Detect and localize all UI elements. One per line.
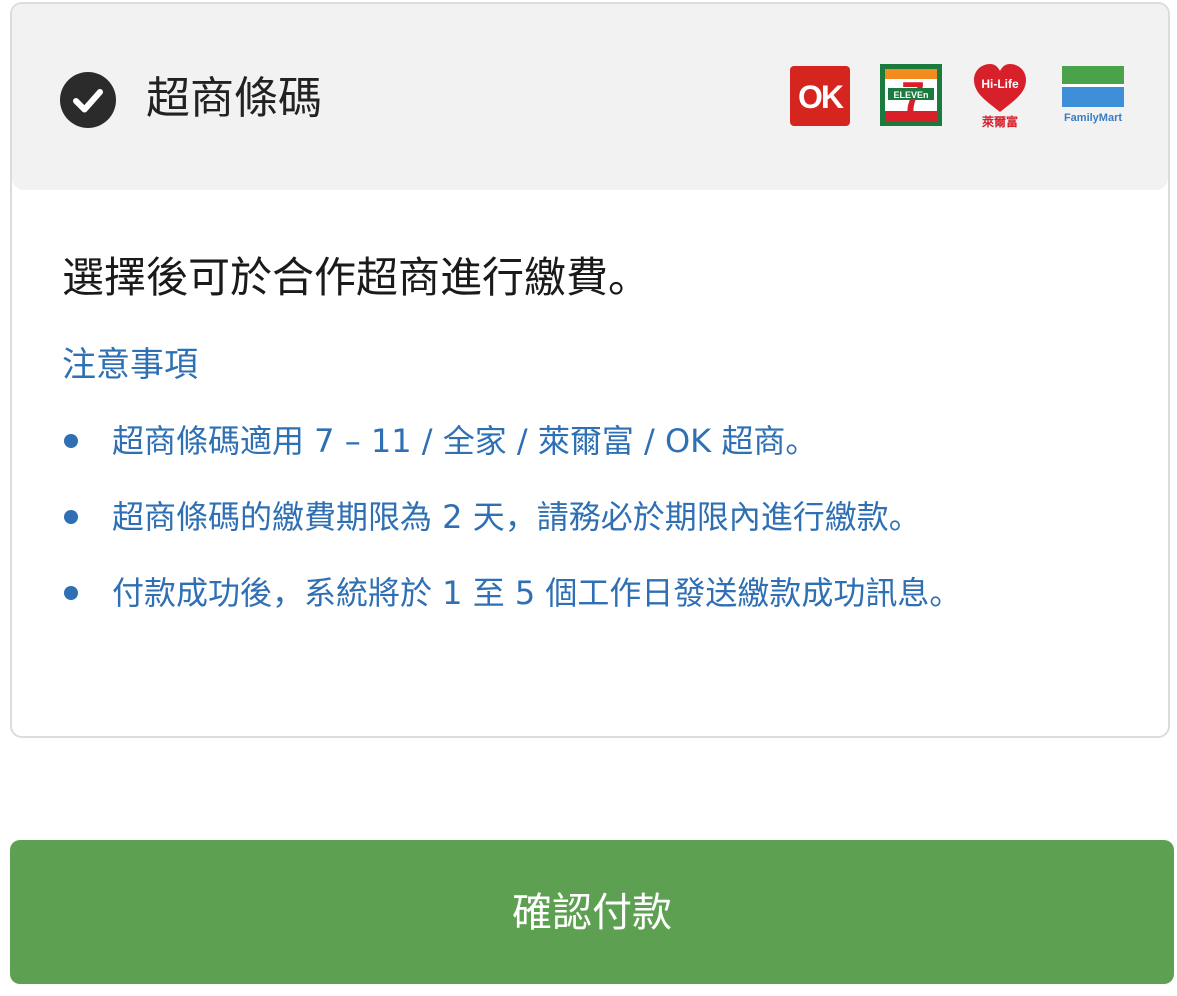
seven-eleven-logo: 7 ELEVEn [880,64,942,126]
familymart-logo-text: FamilyMart [1063,112,1123,124]
bullet-icon [64,586,78,600]
payment-option-title: 超商條碼 [146,73,322,124]
notice-title: 注意事項 [62,345,198,385]
notice-list: 超商條碼適用 7 – 11 / 全家 / 萊爾富 / OK 超商。 超商條碼的繳… [60,412,1100,640]
payment-description: 選擇後可於合作超商進行繳費。 [62,253,651,302]
familymart-logo: FamilyMart [1062,64,1124,128]
confirm-payment-button[interactable]: 確認付款 [10,840,1174,984]
ok-mart-logo: OK [790,66,850,126]
svg-text:萊爾富: 萊爾富 [981,114,1018,128]
svg-text:OK: OK [798,79,844,115]
notice-item-text: 付款成功後，系統將於 1 至 5 個工作日發送繳款成功訊息。 [112,574,962,612]
notice-item: 超商條碼適用 7 – 11 / 全家 / 萊爾富 / OK 超商。 [60,412,1072,470]
payment-option-header[interactable]: 超商條碼 OK 7 ELEVEn Hi-Life 萊爾富 [12,4,1168,190]
hilife-logo: Hi-Life 萊爾富 [970,62,1030,129]
payment-option-card[interactable]: 超商條碼 OK 7 ELEVEn Hi-Life 萊爾富 [10,2,1170,738]
bullet-icon [64,434,78,448]
bullet-icon [64,510,78,524]
notice-item-text: 超商條碼適用 7 – 11 / 全家 / 萊爾富 / OK 超商。 [112,422,818,460]
notice-item: 付款成功後，系統將於 1 至 5 個工作日發送繳款成功訊息。 [60,564,1072,622]
svg-text:Hi-Life: Hi-Life [981,77,1019,91]
notice-item: 超商條碼的繳費期限為 2 天，請務必於期限內進行繳款。 [60,488,1072,546]
svg-text:ELEVEn: ELEVEn [893,90,928,100]
check-circle-icon[interactable] [60,72,116,128]
notice-item-text: 超商條碼的繳費期限為 2 天，請務必於期限內進行繳款。 [112,498,921,536]
